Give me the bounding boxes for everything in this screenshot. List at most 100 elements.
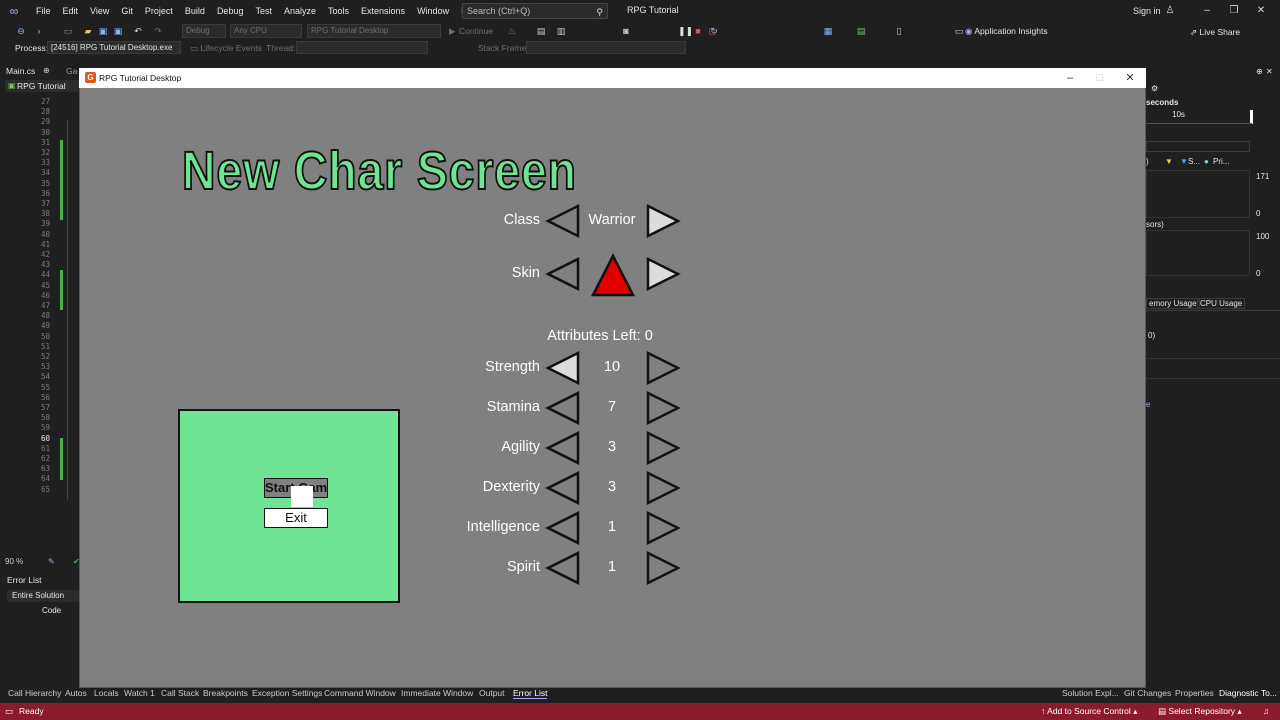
- tab-call-stack[interactable]: Call Stack: [161, 688, 199, 698]
- sign-in-link[interactable]: Sign in: [1133, 6, 1161, 16]
- restore-icon[interactable]: ❐: [1227, 4, 1241, 18]
- toolbar-icon[interactable]: ▦: [822, 25, 834, 37]
- tab-memory-usage[interactable]: emory Usage: [1146, 298, 1200, 309]
- save-all-icon[interactable]: ▣: [112, 25, 124, 37]
- strength-decrease-arrow-icon[interactable]: [545, 351, 581, 385]
- agility-increase-arrow-icon[interactable]: [645, 431, 681, 465]
- menu-build[interactable]: Build: [179, 6, 211, 16]
- dexterity-decrease-arrow-icon[interactable]: [545, 471, 581, 505]
- tab-locals[interactable]: Locals: [94, 688, 119, 698]
- settings-icon[interactable]: ⚙: [1151, 84, 1158, 93]
- pin-icon[interactable]: ⊕: [1256, 67, 1263, 76]
- close-icon[interactable]: ✕: [1122, 71, 1138, 85]
- zoom-level[interactable]: 90 %: [5, 557, 23, 566]
- tab-watch-1[interactable]: Watch 1: [124, 688, 155, 698]
- toolbar-icon[interactable]: ▤: [535, 25, 547, 37]
- tab-solution-explorer[interactable]: Solution Expl...: [1062, 688, 1119, 698]
- skin-prev-arrow-icon[interactable]: [545, 257, 581, 291]
- select-repository-button[interactable]: ▤ Select Repository ▴: [1158, 706, 1242, 717]
- new-project-icon[interactable]: ▭: [62, 25, 74, 37]
- brush-icon[interactable]: ✎: [48, 557, 55, 566]
- menu-debug[interactable]: Debug: [211, 6, 250, 16]
- search-input[interactable]: Search (Ctrl+Q) ⚲: [462, 3, 608, 19]
- startup-project-dropdown[interactable]: RPG Tutorial Desktop: [307, 24, 441, 38]
- tab-error-list[interactable]: Error List: [513, 688, 548, 699]
- spirit-increase-arrow-icon[interactable]: [645, 551, 681, 585]
- menu-analyze[interactable]: Analyze: [278, 6, 322, 16]
- continue-icon[interactable]: ▶: [449, 26, 456, 37]
- notifications-icon[interactable]: ♫: [1263, 706, 1269, 716]
- pin-icon[interactable]: ⊕: [43, 66, 50, 75]
- tab-main-cs[interactable]: Main.cs: [6, 66, 35, 76]
- error-column-code[interactable]: Code: [42, 606, 61, 615]
- agility-decrease-arrow-icon[interactable]: [545, 431, 581, 465]
- redo-icon[interactable]: ↷: [152, 25, 164, 37]
- error-scope-dropdown[interactable]: Entire Solution: [7, 590, 79, 602]
- stamina-decrease-arrow-icon[interactable]: [545, 391, 581, 425]
- undo-icon[interactable]: ↶: [132, 25, 144, 37]
- camera-icon[interactable]: ◙: [620, 25, 632, 37]
- link-fragment[interactable]: e: [1146, 400, 1150, 409]
- class-prev-arrow-icon[interactable]: [545, 204, 581, 238]
- thread-dropdown[interactable]: [296, 41, 428, 54]
- close-icon[interactable]: ✕: [1254, 4, 1268, 18]
- minimize-icon[interactable]: –: [1200, 4, 1214, 18]
- tab-git-changes[interactable]: Git Changes: [1124, 688, 1171, 698]
- stop-icon[interactable]: ■: [692, 25, 704, 37]
- process-dropdown[interactable]: [24516] RPG Tutorial Desktop.exe: [47, 41, 181, 54]
- live-share-button[interactable]: ⇗ Live Share: [1190, 27, 1240, 38]
- tab-breakpoints[interactable]: Breakpoints: [203, 688, 248, 698]
- hot-reload-icon[interactable]: ♨: [506, 25, 518, 37]
- add-to-source-control-button[interactable]: ↑ Add to Source Control ▴: [1041, 706, 1137, 717]
- account-icon[interactable]: ♙: [1163, 4, 1177, 18]
- dexterity-increase-arrow-icon[interactable]: [645, 471, 681, 505]
- restart-icon[interactable]: ↻: [708, 25, 720, 37]
- tab-autos[interactable]: Autos: [65, 688, 87, 698]
- tab-cpu-usage[interactable]: CPU Usage: [1197, 298, 1246, 309]
- menu-extensions[interactable]: Extensions: [355, 6, 411, 16]
- tab-output[interactable]: Output: [479, 688, 505, 698]
- continue-button[interactable]: Continue: [459, 26, 493, 36]
- skin-next-arrow-icon[interactable]: [645, 257, 681, 291]
- lifecycle-events-button[interactable]: ▭ Lifecycle Events: [190, 43, 262, 54]
- stamina-increase-arrow-icon[interactable]: [645, 391, 681, 425]
- intelligence-decrease-arrow-icon[interactable]: [545, 511, 581, 545]
- tab-properties[interactable]: Properties: [1175, 688, 1214, 698]
- timeline-marker[interactable]: [1250, 110, 1253, 124]
- menu-git[interactable]: Git: [115, 6, 139, 16]
- tab-diagnostic-tools[interactable]: Diagnostic To...: [1219, 688, 1277, 698]
- menu-file[interactable]: File: [30, 6, 57, 16]
- open-folder-icon[interactable]: ▰: [82, 25, 94, 37]
- menu-edit[interactable]: Edit: [57, 6, 85, 16]
- toolbar-icon[interactable]: ▭: [953, 25, 965, 37]
- menu-window[interactable]: Window: [411, 6, 455, 16]
- toolbar-icon[interactable]: ▥: [555, 25, 567, 37]
- tab-command-window[interactable]: Command Window: [324, 688, 396, 698]
- tab-exception-settings[interactable]: Exception Settings: [252, 688, 322, 698]
- stack-frame-dropdown[interactable]: [526, 41, 686, 54]
- tab-immediate-window[interactable]: Immediate Window: [401, 688, 473, 698]
- class-next-arrow-icon[interactable]: [645, 204, 681, 238]
- game-window-titlebar[interactable]: [79, 68, 1146, 88]
- tab-call-hierarchy[interactable]: Call Hierarchy: [8, 688, 61, 698]
- navigate-back-icon[interactable]: ⊖: [15, 25, 27, 37]
- tab-game[interactable]: Ga: [66, 66, 77, 76]
- bookmark-icon[interactable]: ▯: [893, 25, 905, 37]
- maximize-icon[interactable]: □: [1092, 71, 1108, 85]
- project-breadcrumb[interactable]: RPG Tutorial: [5, 80, 80, 92]
- platform-dropdown[interactable]: Any CPU: [230, 24, 302, 38]
- navigate-forward-icon[interactable]: ›: [33, 25, 45, 37]
- strength-increase-arrow-icon[interactable]: [645, 351, 681, 385]
- application-insights-button[interactable]: ◉ Application Insights: [965, 26, 1048, 37]
- menu-project[interactable]: Project: [139, 6, 179, 16]
- configuration-dropdown[interactable]: Debug: [182, 24, 226, 38]
- menu-view[interactable]: View: [84, 6, 115, 16]
- close-pane-icon[interactable]: ✕: [1266, 67, 1273, 76]
- toolbar-icon[interactable]: ▤: [855, 25, 867, 37]
- pause-icon[interactable]: ❚❚: [678, 25, 693, 37]
- minimize-icon[interactable]: –: [1062, 71, 1078, 85]
- exit-button[interactable]: Exit: [264, 508, 328, 528]
- spirit-decrease-arrow-icon[interactable]: [545, 551, 581, 585]
- menu-tools[interactable]: Tools: [322, 6, 355, 16]
- intelligence-increase-arrow-icon[interactable]: [645, 511, 681, 545]
